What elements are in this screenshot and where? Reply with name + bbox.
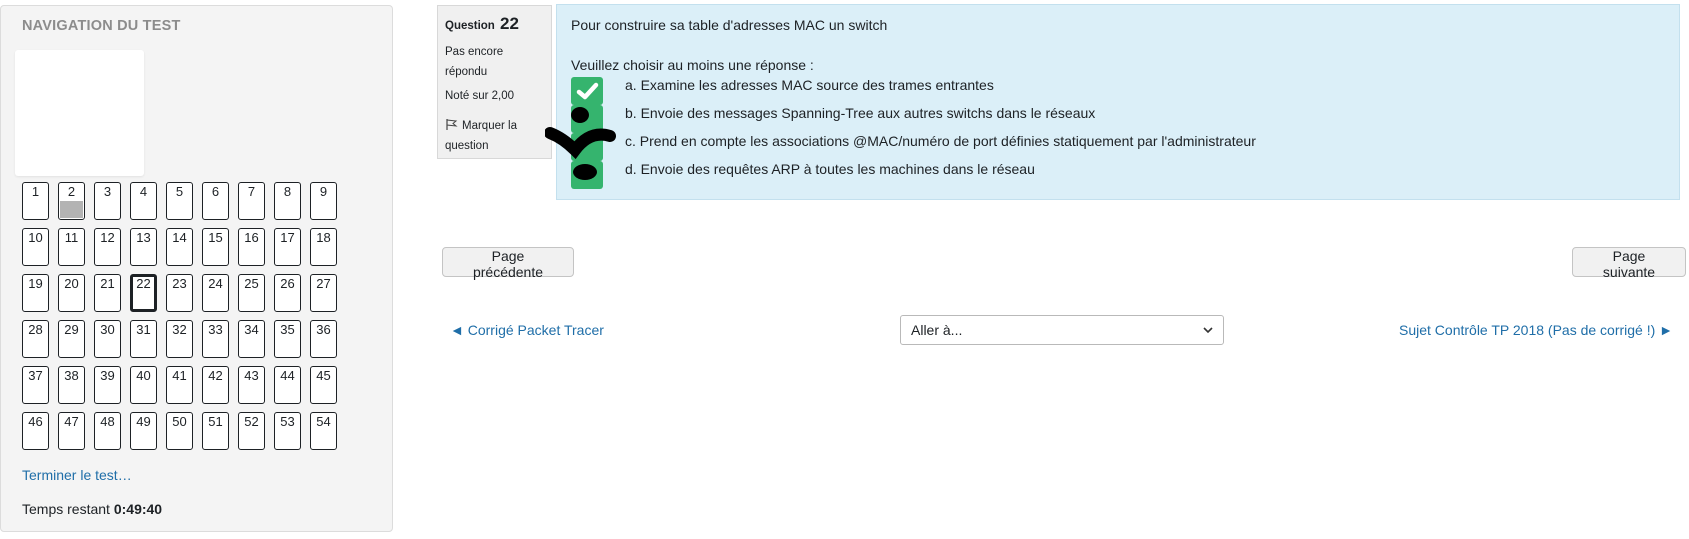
answer-checkbox-b[interactable] [571, 105, 603, 133]
question-nav-button[interactable]: 14 [166, 228, 193, 266]
question-nav-button[interactable]: 19 [22, 274, 49, 312]
question-nav-button[interactable]: 27 [310, 274, 337, 312]
question-nav-button[interactable]: 47 [58, 412, 85, 450]
answer-checkbox-d[interactable] [571, 161, 603, 189]
check-icon [576, 82, 599, 100]
question-nav-button[interactable]: 41 [166, 366, 193, 404]
question-nav-button[interactable]: 11 [58, 228, 85, 266]
question-nav-button[interactable]: 32 [166, 320, 193, 358]
finish-attempt-link[interactable]: Terminer le test… [22, 467, 132, 483]
question-nav-button[interactable]: 25 [238, 274, 265, 312]
question-nav-button[interactable]: 40 [130, 366, 157, 404]
answer-label-b: b. Envoie des messages Spanning-Tree aux… [625, 105, 1096, 121]
user-picture [15, 50, 144, 176]
answer-label-a: a. Examine les adresses MAC source des t… [625, 77, 994, 93]
question-nav-button[interactable]: 36 [310, 320, 337, 358]
question-nav-button[interactable]: 43 [238, 366, 265, 404]
question-state: Pas encore répondu [445, 46, 504, 78]
question-nav-button[interactable]: 52 [238, 412, 265, 450]
question-nav-button[interactable]: 16 [238, 228, 265, 266]
question-nav-button[interactable]: 3 [94, 182, 121, 220]
question-nav-button[interactable]: 17 [274, 228, 301, 266]
question-nav-button[interactable]: 6 [202, 182, 229, 220]
question-nav-button[interactable]: 30 [94, 320, 121, 358]
nav-title: NAVIGATION DU TEST [22, 18, 181, 34]
question-nav-button[interactable]: 10 [22, 228, 49, 266]
question-nav-button[interactable]: 50 [166, 412, 193, 450]
question-nav-button[interactable]: 12 [94, 228, 121, 266]
question-nav-button[interactable]: 29 [58, 320, 85, 358]
question-nav-button[interactable]: 33 [202, 320, 229, 358]
answer-prompt: Veuillez choisir au moins une réponse : [571, 57, 814, 73]
question-nav-button[interactable]: 8 [274, 182, 301, 220]
question-nav-button[interactable]: 24 [202, 274, 229, 312]
question-nav-button[interactable]: 21 [94, 274, 121, 312]
question-nav-button[interactable]: 28 [22, 320, 49, 358]
previous-page-button[interactable]: Page précédente [442, 247, 574, 280]
jump-to-placeholder: Aller à... [911, 322, 963, 338]
question-nav-button[interactable]: 48 [94, 412, 121, 450]
previous-activity-link[interactable]: ◄ Corrigé Packet Tracer [450, 322, 604, 338]
question-nav-button[interactable]: 45 [310, 366, 337, 404]
chevron-down-icon [1203, 327, 1213, 334]
question-nav-button[interactable]: 35 [274, 320, 301, 358]
question-nav-button[interactable]: 5 [166, 182, 193, 220]
flag-icon [446, 119, 458, 130]
question-nav-button[interactable]: 15 [202, 228, 229, 266]
question-nav-button[interactable]: 38 [58, 366, 85, 404]
answer-label-d: d. Envoie des requêtes ARP à toutes les … [625, 161, 1035, 177]
quiz-navigation-panel: NAVIGATION DU TEST 1 2 3 4 5 6 7 8 9 10 11 12 13 14 15… [0, 5, 393, 532]
timer-label: Temps restant [22, 501, 110, 517]
question-nav-button[interactable]: 18 [310, 228, 337, 266]
question-nav-button[interactable]: 53 [274, 412, 301, 450]
timer: Temps restant 0:49:40 [22, 501, 162, 517]
answer-label-c: c. Prend en compte les associations @MAC… [625, 133, 1256, 149]
next-page-button[interactable]: Page suivante [1572, 247, 1686, 280]
question-info: Question 22 Pas encore répondu Noté sur … [437, 5, 552, 159]
answer-checkbox-c[interactable] [571, 133, 603, 161]
question-nav-button[interactable]: 1 [22, 182, 49, 220]
question-nav-button[interactable]: 4 [130, 182, 157, 220]
question-label: Question [445, 20, 495, 32]
question-nav-button[interactable]: 20 [58, 274, 85, 312]
question-nav-button[interactable]: 9 [310, 182, 337, 220]
question-nav-button[interactable]: 26 [274, 274, 301, 312]
question-nav-button[interactable]: 39 [94, 366, 121, 404]
question-nav-button[interactable]: 34 [238, 320, 265, 358]
question-nav-button[interactable]: 46 [22, 412, 49, 450]
question-nav-button[interactable]: 49 [130, 412, 157, 450]
timer-value: 0:49:40 [113, 501, 163, 517]
question-nav-button[interactable]: 42 [202, 366, 229, 404]
question-content: Pour construire sa table d'adresses MAC … [556, 4, 1680, 200]
question-nav-button[interactable]: 44 [274, 366, 301, 404]
question-text: Pour construire sa table d'adresses MAC … [571, 17, 888, 33]
question-nav-button[interactable]: 2 [58, 182, 85, 220]
next-activity-link[interactable]: Sujet Contrôle TP 2018 (Pas de corrigé !… [1399, 322, 1673, 338]
question-nav-button[interactable]: 7 [238, 182, 265, 220]
question-number: Question 22 [445, 14, 519, 34]
jump-to-select[interactable]: Aller à... [900, 315, 1224, 345]
question-nav-button[interactable]: 54 [310, 412, 337, 450]
question-nav-button[interactable]: 31 [130, 320, 157, 358]
flag-question-toggle[interactable]: Marquer la question [445, 116, 550, 156]
question-nav-button[interactable]: 23 [166, 274, 193, 312]
question-nav-button[interactable]: 13 [130, 228, 157, 266]
question-nav-button[interactable]: 51 [202, 412, 229, 450]
question-number-value: 22 [500, 14, 519, 33]
question-nav-button[interactable]: 37 [22, 366, 49, 404]
question-grade: Noté sur 2,00 [445, 90, 515, 102]
question-nav-button[interactable]: 22 [130, 274, 157, 312]
answer-checkbox-a[interactable] [571, 77, 603, 105]
